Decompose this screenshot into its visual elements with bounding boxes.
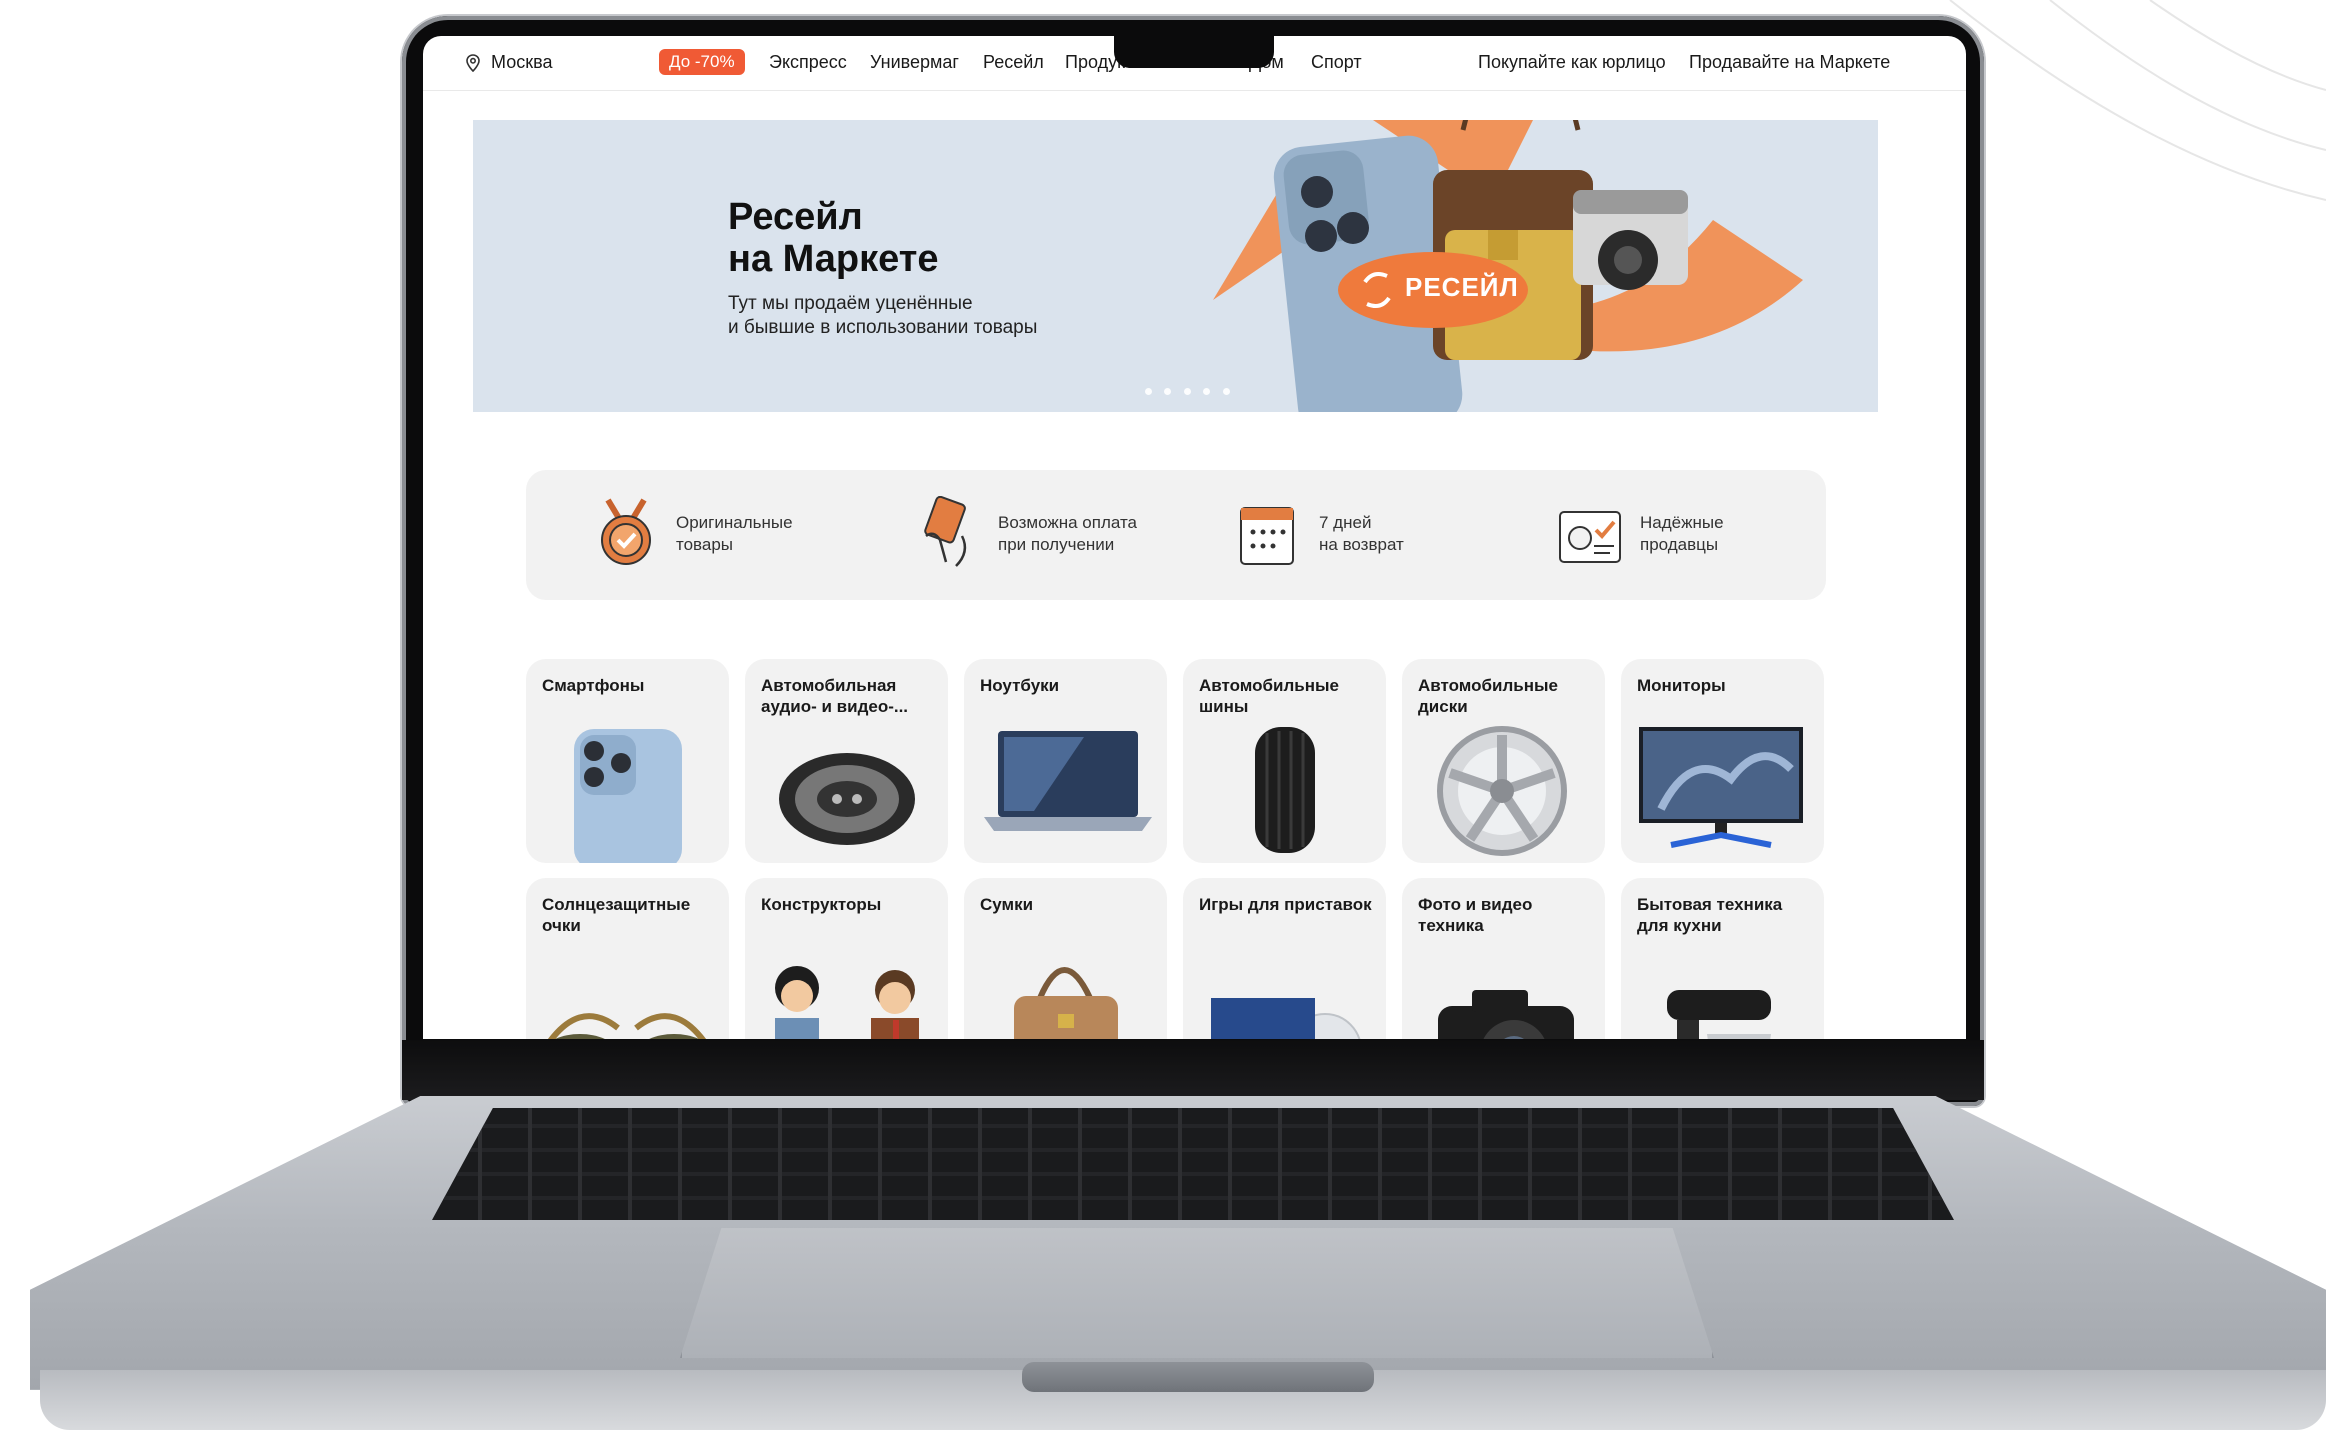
- banner-illustration: [1213, 120, 1803, 412]
- carousel-pagination[interactable]: [1145, 382, 1238, 400]
- tire-icon: [1255, 727, 1315, 853]
- carousel-dot[interactable]: [1203, 388, 1211, 395]
- banner-subtitle: Тут мы продаём уценённые и бывшие в испо…: [728, 293, 1038, 338]
- camera-icon: [1438, 990, 1574, 1039]
- game-disc-icon: [1211, 998, 1361, 1039]
- category-card-laptops[interactable]: Ноутбуки: [964, 659, 1167, 863]
- category-card-tires[interactable]: Автомобильные шины: [1183, 659, 1386, 863]
- nav-item-resale[interactable]: Ресейл: [983, 52, 1044, 73]
- kitchen-mixer-icon: [1667, 990, 1771, 1039]
- laptop-keyboard: [432, 1108, 1954, 1220]
- camera-notch: [1114, 30, 1274, 68]
- carousel-dot[interactable]: [1183, 388, 1191, 395]
- car-speaker-icon: [779, 753, 915, 845]
- laptop-front-slot: [1022, 1362, 1374, 1392]
- sell-on-market-link[interactable]: Продавайте на Маркете: [1689, 52, 1890, 73]
- laptop-bottom-bezel: [402, 1040, 1984, 1100]
- category-card-rims[interactable]: Автомобильные диски: [1402, 659, 1605, 863]
- category-card-photo-video[interactable]: Фото и видео техника: [1402, 878, 1605, 1039]
- features-strip: Оригинальные товары Возможна оплата при …: [526, 470, 1826, 600]
- medal-icon: [601, 498, 651, 565]
- calendar-icon: [1240, 507, 1294, 565]
- category-card-kitchen-appliances[interactable]: Бытовая техника для кухни: [1621, 878, 1824, 1039]
- card-payment-icon: [924, 496, 967, 567]
- business-buy-link[interactable]: Покупайте как юрлицо: [1478, 52, 1666, 73]
- category-card-monitors[interactable]: Мониторы: [1621, 659, 1824, 863]
- laptop-trackpad: [680, 1228, 1714, 1358]
- feature-text: Надёжные продавцы: [1640, 513, 1724, 554]
- lego-figures-icon: [775, 966, 919, 1039]
- sale-badge[interactable]: До -70%: [659, 49, 745, 75]
- feature-text: 7 дней на возврат: [1319, 513, 1404, 554]
- category-card-car-audio[interactable]: Автомобильная аудио- и видео-...: [745, 659, 948, 863]
- category-card-console-games[interactable]: Игры для приставок: [1183, 878, 1386, 1039]
- nav-item-sport[interactable]: Спорт: [1311, 52, 1362, 73]
- hero-banner[interactable]: Ресейл на Маркете Тут мы продаём уценённ…: [473, 120, 1878, 412]
- carousel-dot[interactable]: [1145, 388, 1152, 395]
- sunglasses-icon: [547, 1013, 707, 1039]
- smartphone-icon: [574, 729, 682, 863]
- category-card-bags[interactable]: Сумки: [964, 878, 1167, 1039]
- wheel-rim-icon: [1437, 726, 1567, 856]
- category-card-constructors[interactable]: Конструкторы: [745, 878, 948, 1039]
- category-card-smartphones[interactable]: Смартфоны: [526, 659, 729, 863]
- carousel-dot[interactable]: [1222, 388, 1230, 395]
- banner-title: Ресейл на Маркете: [728, 196, 939, 280]
- laptop-screen: Москва До -70% Экспресс Универмаг Ресейл…: [423, 36, 1966, 1039]
- laptop-icon: [984, 731, 1152, 831]
- monitor-icon: [1639, 727, 1803, 848]
- banner-sticker-label: РЕСЕЙЛ: [1405, 272, 1519, 302]
- verified-seller-icon: [1559, 511, 1621, 563]
- nav-item-express[interactable]: Экспресс: [769, 52, 847, 73]
- handbag-icon: [1014, 967, 1118, 1039]
- camera-image: [1573, 190, 1688, 290]
- feature-text: Возможна оплата при получении: [998, 513, 1137, 554]
- carousel-dot[interactable]: [1164, 388, 1172, 395]
- location-selector[interactable]: Москва: [491, 52, 552, 73]
- feature-text: Оригинальные товары: [676, 513, 793, 554]
- location-pin-icon: [466, 54, 480, 72]
- category-card-sunglasses[interactable]: Солнцезащитные очки: [526, 878, 729, 1039]
- nav-item-univermag[interactable]: Универмаг: [870, 52, 959, 73]
